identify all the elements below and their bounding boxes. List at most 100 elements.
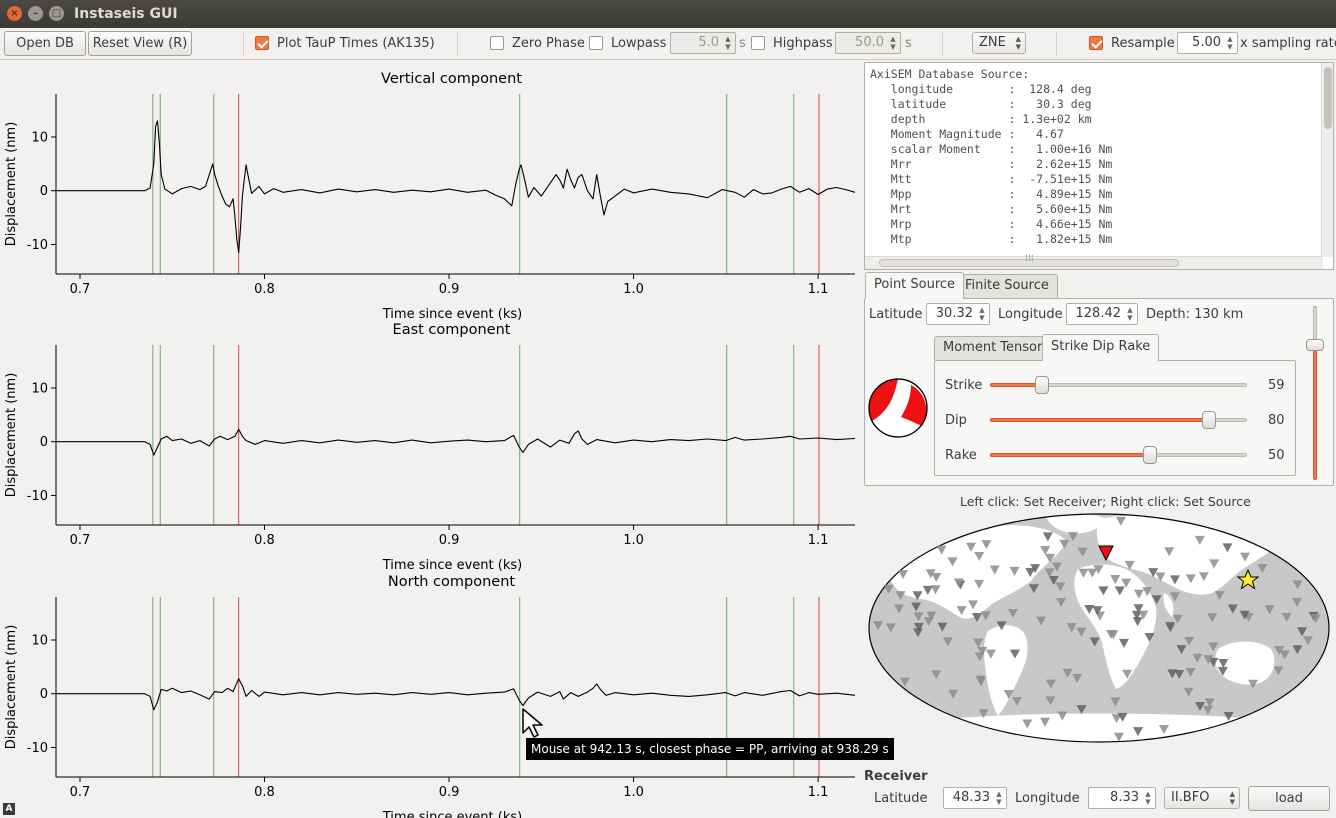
spin-arrows-icon[interactable]: ▲ ▼ <box>978 306 986 322</box>
toolbar-separator <box>1056 32 1057 56</box>
x-tick-label: 1.1 <box>808 282 829 297</box>
toolbar-separator <box>457 32 458 56</box>
receiver-latitude-spinbox[interactable]: 48.33 ▲ ▼ <box>943 787 1007 809</box>
highpass-spinbox[interactable]: 50.0 ▲ ▼ <box>835 32 901 54</box>
rake-slider[interactable] <box>990 446 1247 464</box>
load-button[interactable]: load <box>1248 786 1330 811</box>
lowpass-spinbox[interactable]: 5.0 ▲ ▼ <box>670 32 736 54</box>
source-info-line: Mrr : 2.62e+15 Nm <box>890 157 1113 171</box>
source-info-textbox[interactable]: AxiSEM Database Source: longitude : 128.… <box>864 62 1334 270</box>
map-hint: Left click: Set Receiver; Right click: S… <box>960 494 1251 509</box>
chevron-updown-icon: ▲ ▼ <box>1015 35 1021 51</box>
source-info-line: longitude : 128.4 deg <box>890 82 1092 96</box>
resample-checkbox[interactable] <box>1089 36 1103 50</box>
plot-taup-label[interactable]: Plot TauP Times (AK135) <box>277 36 435 51</box>
y-tick-label: 10 <box>31 381 48 396</box>
reset-view-button[interactable]: Reset View (R) <box>88 31 192 56</box>
depth-slider[interactable] <box>1306 306 1324 480</box>
tab-point-source[interactable]: Point Source <box>865 272 965 299</box>
receiver-latitude-value: 48.33 <box>952 790 990 805</box>
title-bar: × – □ Instaseis GUI <box>0 0 1336 28</box>
lowpass-label[interactable]: Lowpass <box>611 36 666 51</box>
slider-track <box>1042 383 1247 387</box>
x-tick-label: 0.8 <box>254 282 275 297</box>
close-icon[interactable]: × <box>7 6 22 21</box>
source-info-line: Mpp : 4.89e+15 Nm <box>890 187 1113 201</box>
dip-value: 80 <box>1268 413 1285 428</box>
spin-arrows-icon[interactable]: ▲ ▼ <box>724 35 732 51</box>
vertical-scrollbar[interactable] <box>1321 63 1333 257</box>
spin-arrows-icon[interactable]: ▲ ▼ <box>1126 306 1134 322</box>
y-tick-label: 0 <box>40 435 48 450</box>
y-tick-label: -10 <box>27 238 48 253</box>
minimize-icon[interactable]: – <box>28 6 43 21</box>
source-info-line: Mrt : 5.60e+15 Nm <box>890 202 1113 216</box>
zero-phase-label[interactable]: Zero Phase <box>512 36 585 51</box>
receiver-heading: Receiver <box>864 769 928 784</box>
slider-handle[interactable] <box>1143 446 1157 464</box>
source-latitude-spinbox[interactable]: 30.32 ▲ ▼ <box>926 303 990 325</box>
source-info-text: AxiSEM Database Source: longitude : 128.… <box>865 63 1333 247</box>
source-info-line: Mtt : -7.51e+15 Nm <box>890 172 1113 186</box>
plot-title: East component <box>393 322 511 338</box>
receiver-longitude-spinbox[interactable]: 8.33 ▲ ▼ <box>1088 787 1156 809</box>
spin-arrows-icon[interactable]: ▲ ▼ <box>1144 790 1152 806</box>
x-tick-label: 1.1 <box>808 533 829 548</box>
tab-strike-dip-rake[interactable]: Strike Dip Rake <box>1042 334 1160 361</box>
rake-value: 50 <box>1268 448 1285 463</box>
phase-tooltip: Mouse at 942.13 s, closest phase = PP, a… <box>526 738 894 760</box>
station-select[interactable]: II.BFO ▲ ▼ <box>1164 787 1240 809</box>
x-tick-label: 0.7 <box>70 282 91 297</box>
plot-title: North component <box>388 574 516 590</box>
mouse-cursor-icon <box>522 708 543 738</box>
plot-taup-checkbox[interactable] <box>255 36 269 50</box>
dip-label: Dip <box>945 413 967 428</box>
lowpass-unit: s <box>739 36 746 51</box>
strike-label: Strike <box>945 378 983 393</box>
slider-handle[interactable] <box>1306 339 1324 351</box>
seismogram-trace[interactable] <box>56 678 856 711</box>
receiver-longitude-value: 8.33 <box>1110 790 1139 805</box>
open-db-button[interactable]: Open DB <box>4 31 86 56</box>
highpass-label[interactable]: Highpass <box>773 36 833 51</box>
spin-arrows-icon[interactable]: ▲ ▼ <box>995 790 1003 806</box>
toolbar-separator <box>942 32 943 56</box>
y-axis-label: Displacement (nm) <box>4 373 19 498</box>
receiver-longitude-label: Longitude <box>1015 791 1080 806</box>
source-longitude-label: Longitude <box>998 307 1063 322</box>
zero-phase-checkbox[interactable] <box>490 36 504 50</box>
source-depth-label: Depth: 130 km <box>1146 307 1244 322</box>
seismogram-trace[interactable] <box>56 120 856 254</box>
world-map[interactable] <box>866 511 1332 745</box>
source-latitude-label: Latitude <box>869 307 923 322</box>
beachball-icon <box>868 378 928 438</box>
x-axis-label: Time since event (ks) <box>382 307 522 322</box>
spin-arrows-icon[interactable]: ▲ ▼ <box>889 35 897 51</box>
horizontal-scrollbar[interactable]: ⁞⁞⁞ <box>865 254 1323 269</box>
seismogram-trace[interactable] <box>56 428 856 456</box>
y-axis-label: Displacement (nm) <box>4 122 19 247</box>
x-tick-label: 1.0 <box>623 785 644 800</box>
spin-arrows-icon[interactable]: ▲ ▼ <box>1226 35 1234 51</box>
lowpass-value: 5.0 <box>698 35 719 50</box>
strike-slider[interactable] <box>990 376 1247 394</box>
dip-slider[interactable] <box>990 411 1247 429</box>
slider-handle[interactable] <box>1035 376 1049 394</box>
tab-moment-tensor[interactable]: Moment Tensor <box>934 336 1052 360</box>
scroll-grip-icon: ⁞⁞⁞ <box>1025 254 1034 264</box>
source-longitude-spinbox[interactable]: 128.42 ▲ ▼ <box>1066 303 1138 325</box>
slider-handle[interactable] <box>1202 411 1216 429</box>
resample-label[interactable]: Resample <box>1111 36 1175 51</box>
seismogram-plots[interactable]: Vertical component 0.7 0.8 0.9 1.0 1.1 10 0 -10 T… <box>0 61 860 818</box>
lowpass-checkbox[interactable] <box>589 36 603 50</box>
maximize-icon[interactable]: □ <box>49 6 64 21</box>
y-tick-label: -10 <box>27 741 48 756</box>
y-axis-label: Displacement (nm) <box>4 625 19 750</box>
tab-finite-source[interactable]: Finite Source <box>956 274 1058 298</box>
resample-spinbox[interactable]: 5.00 ▲ ▼ <box>1177 32 1238 54</box>
components-select[interactable]: ZNE ▲ ▼ <box>972 32 1026 54</box>
highpass-checkbox[interactable] <box>751 36 765 50</box>
scrollbar-thumb[interactable] <box>1324 67 1332 129</box>
x-tick-label: 1.0 <box>623 282 644 297</box>
x-tick-label: 0.8 <box>254 785 275 800</box>
